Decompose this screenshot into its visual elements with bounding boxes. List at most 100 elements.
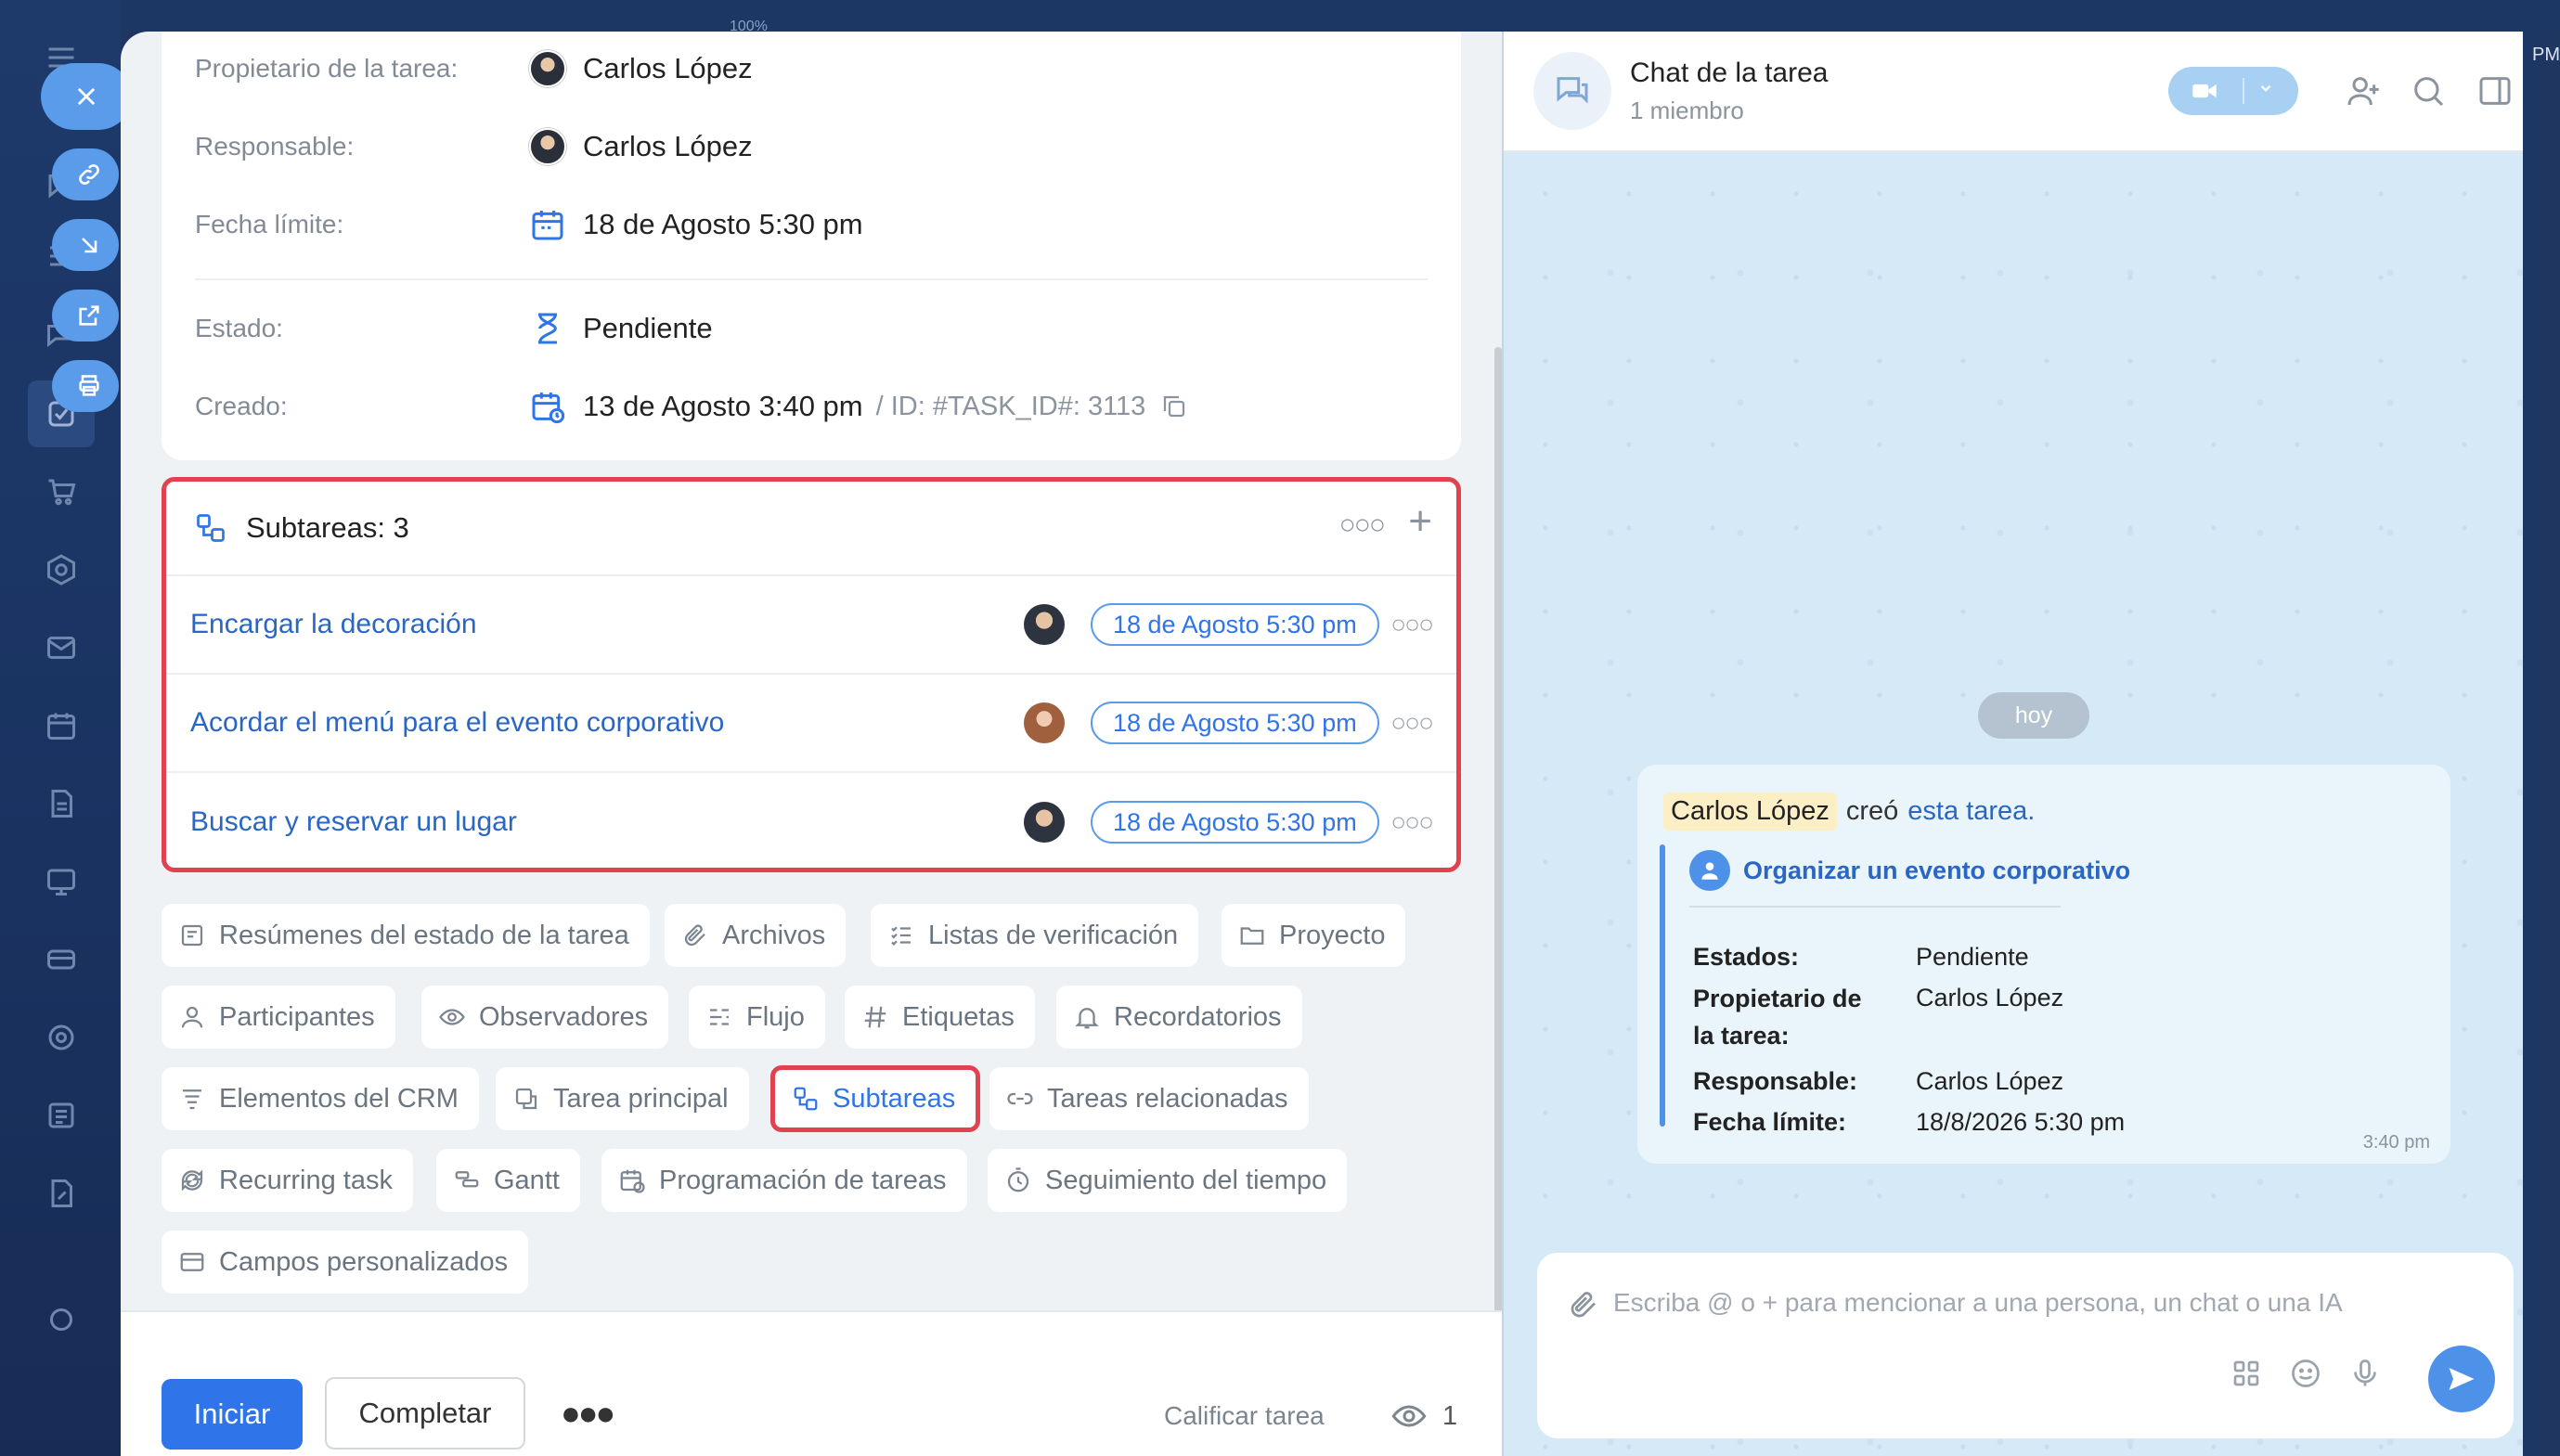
subtask-title[interactable]: Acordar el menú para el evento corporati… — [190, 707, 724, 739]
card-icon[interactable] — [41, 939, 82, 980]
subtask-menu-button[interactable]: ○○○ — [1390, 708, 1434, 738]
quoted-task-title[interactable]: Organizar un evento corporativo — [1689, 850, 2130, 891]
message-input[interactable]: Escriba @ o + para mencionar a una perso… — [1613, 1288, 2343, 1318]
subtask-row[interactable]: Encargar la decoración 18 de Agosto 5:30… — [166, 576, 1456, 675]
chip-project[interactable]: Proyecto — [1222, 904, 1406, 967]
minimize-button[interactable] — [52, 219, 119, 271]
chip-label: Flujo — [746, 1001, 805, 1032]
chip-subtasks[interactable]: Subtareas — [770, 1065, 981, 1132]
subtask-menu-button[interactable]: ○○○ — [1390, 807, 1434, 837]
emoji-icon[interactable] — [2289, 1357, 2322, 1390]
chip-checklists[interactable]: Listas de verificación — [871, 904, 1199, 967]
created-label: Creado: — [195, 392, 288, 420]
subtask-title[interactable]: Buscar y reservar un lugar — [190, 806, 517, 838]
close-slider-button[interactable] — [41, 63, 132, 130]
stopwatch-icon — [1007, 1167, 1029, 1192]
chip-label: Subtareas — [833, 1083, 956, 1114]
chat-member-count[interactable]: 1 miembro — [1630, 97, 1744, 125]
paperclip-icon — [684, 924, 705, 947]
microphone-icon[interactable] — [2348, 1357, 2382, 1390]
deadline-value[interactable]: 18 de Agosto 5:30 pm — [583, 208, 863, 241]
chip-summaries[interactable]: Resúmenes del estado de la tarea — [162, 904, 650, 967]
chip-flow[interactable]: Flujo — [689, 986, 825, 1049]
chip-gantt[interactable]: Gantt — [436, 1149, 580, 1212]
chip-scheduling[interactable]: Programación de tareas — [601, 1149, 967, 1212]
chip-files[interactable]: Archivos — [665, 904, 847, 967]
chip-time-tracking[interactable]: Seguimiento del tiempo — [988, 1149, 1348, 1212]
list-icon[interactable] — [41, 1095, 82, 1136]
chip-custom-fields[interactable]: Campos personalizados — [162, 1231, 529, 1294]
chip-crm[interactable]: Elementos del CRM — [162, 1067, 479, 1130]
target-icon[interactable] — [41, 1017, 82, 1058]
settings-icon[interactable] — [41, 1299, 82, 1340]
cart-icon[interactable] — [41, 471, 82, 512]
link-icon — [1007, 1092, 1033, 1105]
eye-icon — [439, 1009, 465, 1025]
rate-task-link[interactable]: Calificar tarea — [1164, 1401, 1325, 1431]
chip-label: Listas de verificación — [928, 920, 1179, 950]
author-mention[interactable]: Carlos López — [1663, 792, 1837, 831]
chip-recurring-task[interactable]: Recurring task — [162, 1149, 413, 1212]
board-icon[interactable] — [41, 861, 82, 902]
send-button[interactable] — [2428, 1346, 2495, 1412]
folder-icon — [1240, 927, 1264, 945]
copy-icon[interactable] — [1160, 393, 1188, 420]
message-time: 3:40 pm — [2362, 1132, 2430, 1153]
chip-observers[interactable]: Observadores — [421, 986, 669, 1049]
search-icon[interactable] — [2410, 72, 2447, 110]
edit-doc-icon[interactable] — [41, 1173, 82, 1214]
watchers-counter[interactable]: 1 — [1390, 1398, 1457, 1435]
print-button[interactable] — [52, 360, 119, 412]
hexagon-icon[interactable] — [41, 549, 82, 590]
chip-related-tasks[interactable]: Tareas relacionadas — [989, 1067, 1309, 1130]
chip-tags[interactable]: Etiquetas — [845, 986, 1035, 1049]
chip-reminders[interactable]: Recordatorios — [1056, 986, 1302, 1049]
subtask-deadline[interactable]: 18 de Agosto 5:30 pm — [1091, 702, 1379, 744]
subtask-avatar[interactable] — [1024, 702, 1065, 743]
chat-avatar[interactable] — [1533, 52, 1611, 130]
task-details-card: Propietario de la tarea: Carlos López Re… — [162, 32, 1461, 460]
subtask-row[interactable]: Buscar y reservar un lugar 18 de Agosto … — [166, 773, 1456, 868]
quoted-task-name[interactable]: Organizar un evento corporativo — [1743, 857, 2130, 885]
subtask-avatar[interactable] — [1024, 604, 1065, 645]
copy-link-button[interactable] — [52, 148, 119, 200]
document-icon[interactable] — [41, 783, 82, 824]
open-new-window-button[interactable] — [52, 290, 119, 341]
calendar-icon[interactable] — [41, 705, 82, 746]
owner-name[interactable]: Carlos López — [583, 52, 753, 85]
divider — [195, 278, 1428, 280]
add-member-icon[interactable] — [2345, 72, 2382, 110]
owner-avatar[interactable] — [529, 50, 566, 87]
created-value: 13 de Agosto 3:40 pm — [583, 390, 863, 422]
more-actions-button[interactable]: ●●● — [561, 1394, 615, 1433]
chip-label: Tareas relacionadas — [1047, 1083, 1288, 1114]
complete-button[interactable]: Completar — [325, 1377, 525, 1450]
message-composer[interactable]: Escriba @ o + para mencionar a una perso… — [1537, 1253, 2514, 1438]
task-link[interactable]: esta tarea. — [1907, 796, 2035, 827]
video-call-button[interactable] — [2168, 67, 2298, 115]
printer-icon — [79, 375, 99, 396]
subtask-menu-button[interactable]: ○○○ — [1390, 610, 1434, 639]
subtask-title[interactable]: Encargar la decoración — [190, 609, 477, 640]
subtasks-more-button[interactable]: ○○○ — [1339, 509, 1386, 541]
responsible-name[interactable]: Carlos López — [583, 130, 753, 163]
start-button[interactable]: Iniciar — [162, 1379, 303, 1450]
mail-icon[interactable] — [41, 627, 82, 668]
chip-participants[interactable]: Participantes — [162, 986, 395, 1049]
responsible-avatar[interactable] — [529, 128, 566, 165]
subtask-deadline[interactable]: 18 de Agosto 5:30 pm — [1091, 801, 1379, 844]
paperclip-icon[interactable] — [1567, 1288, 1600, 1321]
hourglass-icon — [538, 313, 557, 344]
send-icon — [2449, 1368, 2475, 1390]
subtask-avatar[interactable] — [1024, 802, 1065, 843]
add-subtask-button[interactable]: + — [1408, 498, 1432, 545]
apps-grid-icon[interactable] — [2230, 1357, 2263, 1390]
system-message: Carlos López creó esta tarea. Organizar … — [1637, 765, 2450, 1164]
sidebar-toggle-icon[interactable] — [2476, 72, 2514, 110]
chip-parent-task[interactable]: Tarea principal — [496, 1067, 749, 1130]
scrollbar[interactable] — [1494, 347, 1502, 1321]
subtask-row[interactable]: Acordar el menú para el evento corporati… — [166, 675, 1456, 773]
crm-icon — [183, 1089, 201, 1110]
subtask-deadline[interactable]: 18 de Agosto 5:30 pm — [1091, 603, 1379, 646]
chevron-down-icon[interactable] — [2257, 80, 2274, 97]
